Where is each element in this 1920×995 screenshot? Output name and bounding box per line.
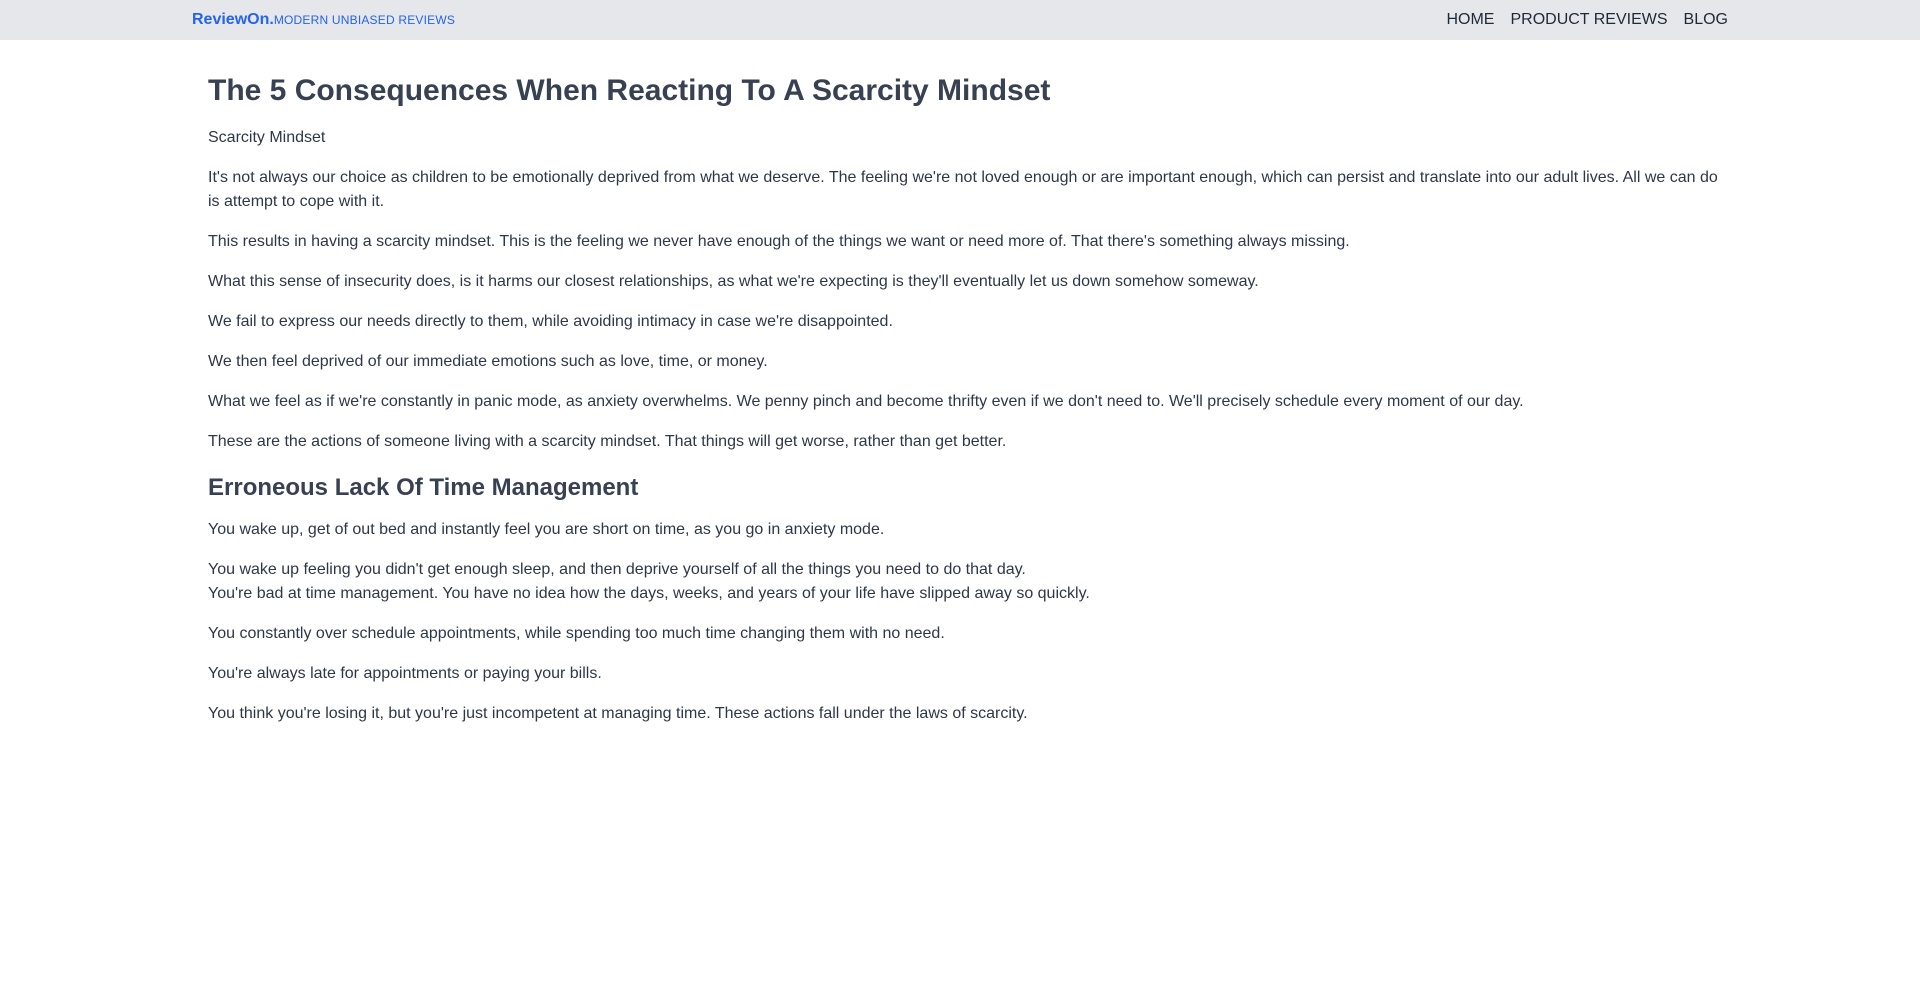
article-paragraph: We fail to express our needs directly to… bbox=[208, 313, 893, 330]
section-heading: Erroneous Lack Of Time Management bbox=[208, 474, 639, 501]
article-content: The 5 Consequences When Reacting To A Sc… bbox=[208, 70, 1720, 742]
article-paragraph: This results in having a scarcity mindse… bbox=[208, 233, 1350, 250]
main-nav: HOME PRODUCT REVIEWS BLOG bbox=[1446, 10, 1728, 30]
section-paragraph-combined: You wake up feeling you didn't get enoug… bbox=[208, 558, 1720, 606]
nav-home-link[interactable]: HOME bbox=[1446, 10, 1494, 30]
section-paragraph: You think you're losing it, but you're j… bbox=[208, 705, 1028, 722]
top-navbar: ReviewOn. MODERN UNBIASED REVIEWS HOME P… bbox=[0, 0, 1920, 40]
article-paragraph: It's not always our choice as children t… bbox=[208, 169, 1718, 210]
nav-product-reviews-link[interactable]: PRODUCT REVIEWS bbox=[1510, 10, 1667, 30]
nav-blog-link[interactable]: BLOG bbox=[1684, 10, 1728, 30]
article-paragraph: What this sense of insecurity does, is i… bbox=[208, 273, 1259, 290]
section-paragraph: You constantly over schedule appointment… bbox=[208, 625, 945, 642]
section-paragraph-line: You're bad at time management. You have … bbox=[208, 585, 1090, 602]
brand-logo-link[interactable]: ReviewOn. MODERN UNBIASED REVIEWS bbox=[192, 11, 455, 29]
article-subtitle: Scarcity Mindset bbox=[208, 129, 326, 146]
section-paragraph-line: You wake up feeling you didn't get enoug… bbox=[208, 561, 1026, 578]
brand-name: ReviewOn. bbox=[192, 11, 274, 28]
article-paragraph: These are the actions of someone living … bbox=[208, 433, 1007, 450]
article-title: The 5 Consequences When Reacting To A Sc… bbox=[208, 74, 1051, 107]
article-paragraph: What we feel as if we're constantly in p… bbox=[208, 393, 1524, 410]
brand-tagline: MODERN UNBIASED REVIEWS bbox=[273, 13, 456, 27]
section-paragraph: You wake up, get of out bed and instantl… bbox=[208, 521, 885, 538]
section-paragraph: You're always late for appointments or p… bbox=[208, 665, 602, 682]
article-paragraph: We then feel deprived of our immediate e… bbox=[208, 353, 768, 370]
